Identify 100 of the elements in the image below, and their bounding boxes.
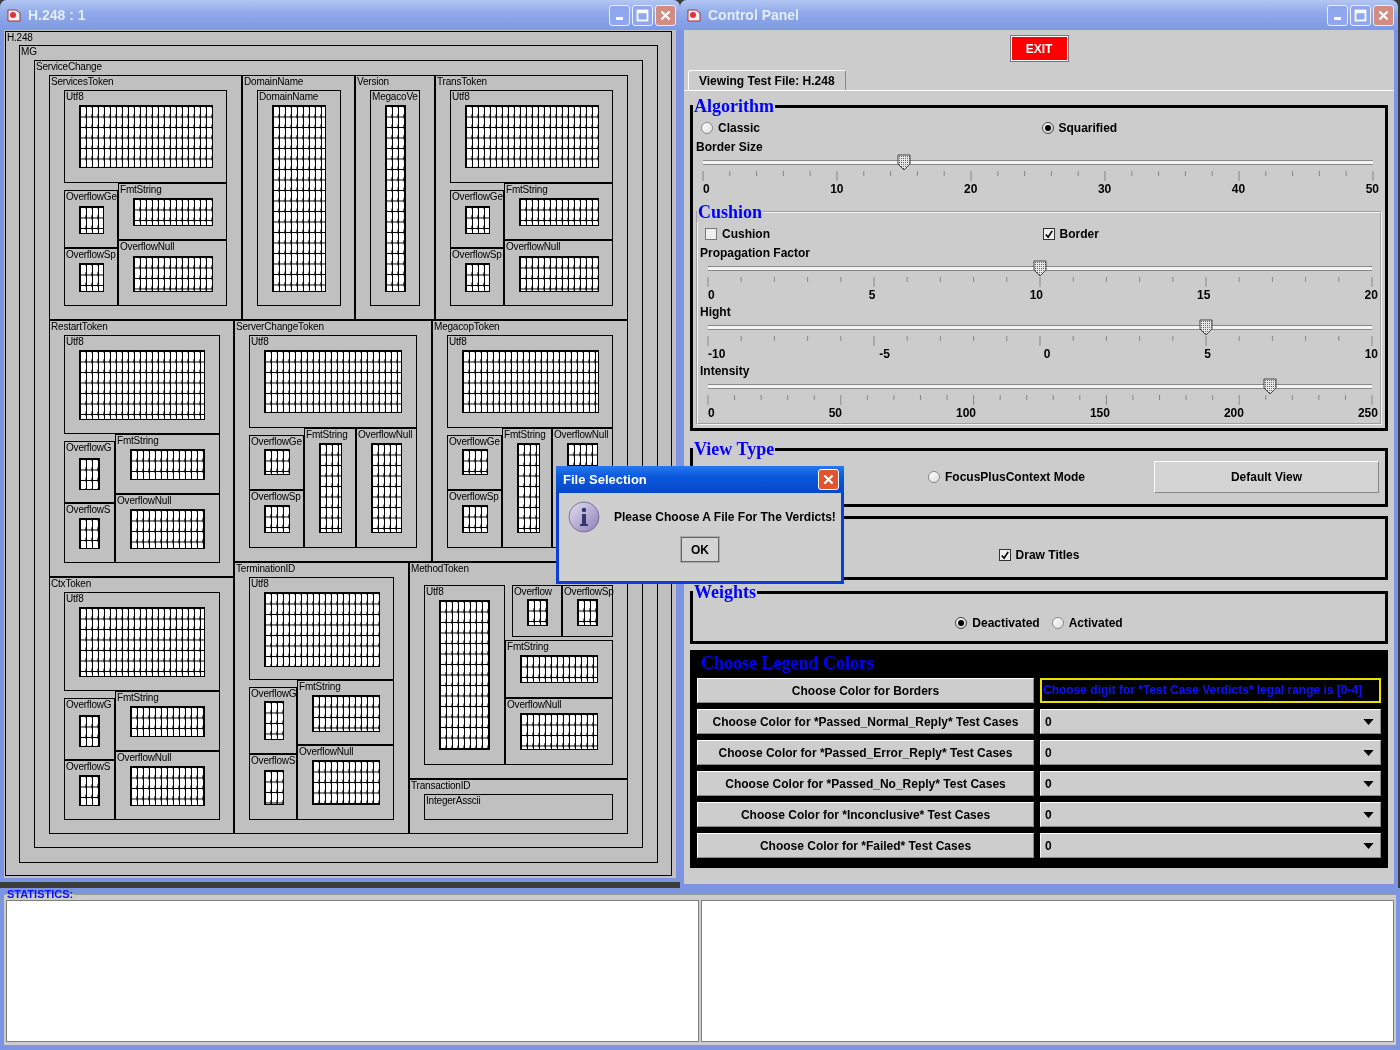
box-label: Utf8 (452, 91, 470, 103)
box-label: DomainName (259, 91, 319, 103)
box-label: OverflowSp (452, 249, 502, 261)
box-label: OverflowS (66, 504, 111, 516)
tick-label: 200 (1223, 405, 1244, 421)
exit-button[interactable]: EXIT (1010, 36, 1068, 61)
maximize-button[interactable] (1350, 4, 1371, 26)
choose-color-button[interactable]: Choose Color for *Inconclusive* Test Cases (697, 802, 1034, 827)
box-label: ServicesToken (51, 76, 114, 88)
number-grid-drawing (264, 505, 290, 533)
close-button[interactable] (655, 4, 676, 26)
radio-button[interactable] (701, 122, 713, 134)
number-grid-drawing (577, 599, 598, 626)
caret-icon (1363, 842, 1374, 849)
app-icon (6, 7, 22, 23)
radio-button[interactable] (1051, 617, 1064, 629)
box-label: Overflow (514, 586, 552, 598)
checkbox[interactable] (1042, 228, 1055, 240)
box-label: OverflowS (66, 761, 111, 773)
tick-label: 250 (1357, 405, 1378, 421)
box-label: Utf8 (66, 91, 84, 103)
tick-label: 20 (1364, 287, 1378, 303)
box-label: TransactionID (411, 780, 471, 792)
minimize-button[interactable] (609, 4, 630, 26)
box-label: FmtString (306, 429, 348, 441)
box-label: Utf8 (66, 336, 84, 348)
slider-thumb[interactable] (1033, 260, 1047, 277)
box-label: OverflowGe (251, 436, 302, 448)
tick-label: 5 (1204, 346, 1211, 362)
box-label: CtxToken (51, 578, 92, 590)
box-label: FmtString (117, 692, 159, 704)
checkbox[interactable] (998, 549, 1011, 561)
radio-button[interactable] (1041, 122, 1054, 134)
box-label: Version (357, 76, 389, 88)
tick-label: 10 (830, 181, 844, 197)
slider-thumb[interactable] (1199, 319, 1213, 336)
box-label: ServiceChange (36, 61, 102, 73)
choose-color-button[interactable]: Choose Color for Borders (697, 678, 1034, 703)
box-label: OverflowNull (120, 241, 175, 253)
choose-color-button[interactable]: Choose Color for *Passed_Error_Reply* Test Cases (697, 740, 1034, 765)
tick-label: 10 (1364, 346, 1378, 362)
checkbox[interactable] (705, 228, 717, 240)
number-grid-drawing (79, 263, 104, 292)
number-grid-drawing (465, 263, 490, 292)
box-label: OverflowSp (251, 491, 301, 503)
number-grid-drawing (462, 449, 488, 475)
choose-color-button[interactable]: Choose Color for *Passed_No_Reply* Test Cases (697, 771, 1034, 796)
tick-label: 40 (1231, 181, 1246, 197)
box-label: MegacoVe (372, 91, 418, 103)
box-label: OverflowGe (449, 436, 500, 448)
choose-color-button[interactable]: Choose Color for *Failed* Test Cases (697, 833, 1034, 858)
minimize-icon (616, 17, 623, 20)
panel-title: Choose Legend Colors (701, 652, 875, 672)
tick-label: 100 (955, 405, 976, 421)
slider-thumb[interactable] (1262, 378, 1277, 395)
radio-button[interactable] (928, 471, 940, 483)
box-label: OverflowG (251, 688, 297, 700)
box-label: Utf8 (66, 593, 84, 605)
minimize-button[interactable] (1327, 4, 1348, 26)
digit-dropdown[interactable]: 0 (1040, 802, 1381, 827)
checkmark-icon (999, 550, 1010, 560)
digit-dropdown[interactable]: 0 (1040, 833, 1381, 858)
tick-label: 0 (1043, 346, 1051, 362)
group-title: Weights (693, 582, 757, 602)
box-label: OverflowNull (299, 746, 354, 758)
digit-dropdown[interactable]: 0 (1040, 740, 1381, 765)
tick-label: 10 (1029, 287, 1043, 303)
digit-dropdown[interactable]: 0 (1040, 771, 1381, 796)
number-grid-drawing (465, 206, 490, 234)
box-label: Utf8 (251, 578, 269, 590)
slider-thumb[interactable] (897, 154, 911, 171)
box-label: RestartToken (51, 321, 108, 333)
tick-label: 150 (1089, 405, 1110, 421)
radio-label: FocusPlusContext Mode (945, 470, 1085, 484)
number-grid-drawing (79, 715, 100, 747)
close-button[interactable] (1373, 4, 1394, 26)
radio-label: Squarified (1058, 121, 1118, 135)
tick-label: 0 (708, 405, 715, 421)
box-label: ServerChangeToken (236, 321, 324, 333)
digit-dropdown[interactable]: 0 (1040, 709, 1381, 734)
caret-icon (1363, 811, 1374, 818)
default-view-button[interactable]: Default View (1154, 461, 1379, 493)
box-label: MethodToken (411, 563, 469, 575)
file-tab[interactable]: Viewing Test File: H.248 (688, 70, 846, 90)
caret-icon (1363, 718, 1374, 725)
tick-label: -5 (879, 346, 890, 362)
tick-label: 5 (868, 287, 876, 303)
choose-color-button[interactable]: Choose Color for *Passed_Normal_Reply* Test Cases (697, 709, 1034, 734)
checkmark-icon (1043, 229, 1054, 239)
box-label: DomainName (244, 76, 304, 88)
tick-label: 0 (708, 287, 715, 303)
radio-button[interactable] (955, 617, 968, 629)
group-title: View Type (693, 439, 776, 459)
ok-button[interactable]: OK (681, 537, 719, 562)
slider-label: Border Size (696, 140, 764, 154)
box-label: OverflowGe (66, 191, 117, 203)
number-grid-drawing (264, 449, 290, 475)
box-label: OverflowNull (507, 699, 562, 711)
number-grid-drawing (264, 701, 284, 740)
maximize-button[interactable] (632, 4, 653, 26)
